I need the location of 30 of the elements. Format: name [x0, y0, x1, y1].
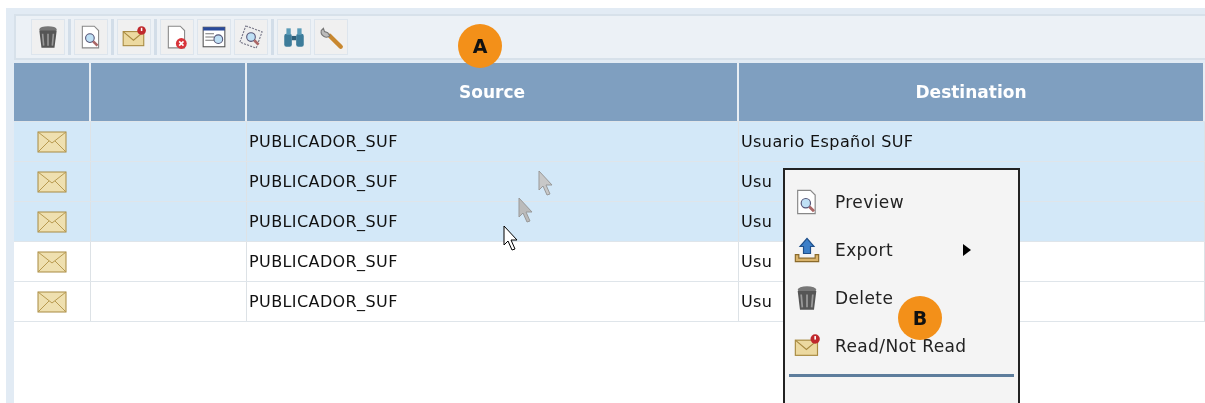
table-cell: Usu	[741, 292, 773, 311]
table-cell: PUBLICADOR_SUF	[249, 292, 398, 311]
table-cell: Usu	[741, 252, 773, 271]
toolbar-button[interactable]	[160, 19, 194, 55]
toolbar-button[interactable]	[74, 19, 108, 55]
toolbar-button[interactable]	[31, 19, 65, 55]
mouse-pointer-icon	[538, 170, 554, 196]
envelope-icon	[37, 210, 67, 233]
upload-tray-icon	[793, 236, 821, 264]
mouse-pointer-icon	[518, 197, 534, 223]
table-cell: PUBLICADOR_SUF	[249, 212, 398, 231]
window-magnifier-icon	[201, 24, 227, 50]
toolbar-button[interactable]	[234, 19, 268, 55]
table-row[interactable]: PUBLICADOR_SUF Usuario Español SUF	[14, 122, 1205, 162]
envelope-icon	[37, 130, 67, 153]
toolbar-button[interactable]	[117, 19, 151, 55]
mouse-pointer-icon	[503, 225, 519, 251]
table-cell: PUBLICADOR_SUF	[249, 172, 398, 191]
table-cell: Usuario Español SUF	[741, 132, 914, 151]
toolbar-button[interactable]	[277, 19, 311, 55]
envelope-icon	[37, 290, 67, 313]
table-cell: Usu	[741, 212, 773, 231]
envelope-icon	[37, 250, 67, 273]
table-cell: PUBLICADOR_SUF	[249, 132, 398, 151]
table-cell: Usu	[741, 172, 773, 191]
toolbar-button[interactable]	[197, 19, 231, 55]
submenu-arrow-icon	[963, 244, 971, 256]
wrench-icon	[318, 24, 344, 50]
envelope-icon	[37, 170, 67, 193]
table-cell: PUBLICADOR_SUF	[249, 252, 398, 271]
